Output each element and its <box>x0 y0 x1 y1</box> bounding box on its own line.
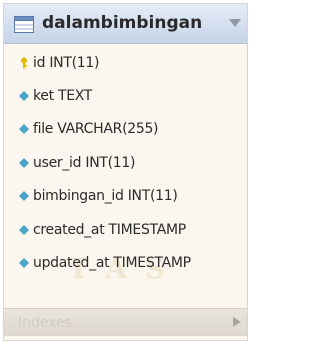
columns-list: id INT(11) ket TEXT file VARCHAR(255) us… <box>4 46 247 280</box>
column-row-user-id[interactable]: user_id INT(11) <box>4 146 247 179</box>
column-label: id INT(11) <box>33 54 100 71</box>
table-header[interactable]: dalambimbingan <box>4 4 247 44</box>
column-label: user_id INT(11) <box>33 154 136 171</box>
column-row-ket[interactable]: ket TEXT <box>4 79 247 112</box>
expand-arrow-icon[interactable] <box>233 317 241 327</box>
indexes-section[interactable]: Indexes <box>4 308 247 336</box>
dropdown-arrow-icon[interactable] <box>229 18 241 28</box>
column-diamond-icon <box>19 91 29 102</box>
column-label: bimbingan_id INT(11) <box>33 188 178 205</box>
table-name: dalambimbingan <box>42 13 203 33</box>
column-label: created_at TIMESTAMP <box>33 221 186 238</box>
primary-key-icon <box>21 57 27 69</box>
table-icon <box>14 16 34 33</box>
column-row-file[interactable]: file VARCHAR(255) <box>4 113 247 146</box>
column-diamond-icon <box>19 224 29 235</box>
column-label: ket TEXT <box>33 88 93 105</box>
column-diamond-icon <box>19 157 29 168</box>
table-card[interactable]: TAS dalambimbingan id INT(11) ket TEXT f… <box>3 3 248 341</box>
column-diamond-icon <box>19 124 29 135</box>
column-diamond-icon <box>19 258 29 269</box>
column-row-id[interactable]: id INT(11) <box>4 46 247 79</box>
column-label: file VARCHAR(255) <box>33 121 159 138</box>
column-row-updated-at[interactable]: updated_at TIMESTAMP <box>4 246 247 279</box>
column-diamond-icon <box>19 191 29 202</box>
indexes-label: Indexes <box>18 315 73 331</box>
column-label: updated_at TIMESTAMP <box>33 255 191 272</box>
column-row-bimbingan-id[interactable]: bimbingan_id INT(11) <box>4 180 247 213</box>
column-row-created-at[interactable]: created_at TIMESTAMP <box>4 213 247 246</box>
